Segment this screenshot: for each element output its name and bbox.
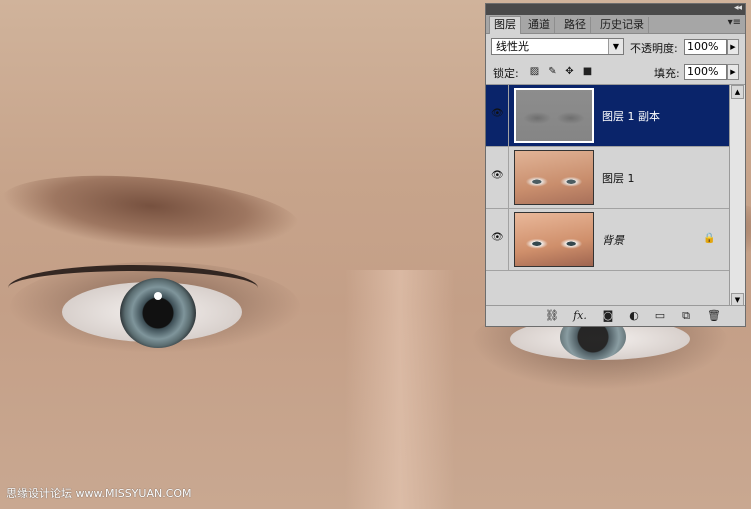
layer-thumbnail <box>514 88 594 143</box>
layer-name: 图层 1 副本 <box>602 110 660 123</box>
add-mask-icon[interactable]: ◙ <box>600 309 616 322</box>
left-eyebrow <box>0 165 303 261</box>
fill-input[interactable]: 100% <box>684 64 727 80</box>
layers-scrollbar[interactable]: ▲ ▼ <box>729 85 745 307</box>
lock-fill-row: 锁定: ▨ ✎ ✥ ■ 填充: 100% ▶ <box>486 60 745 85</box>
eye-icon: 👁 <box>491 170 504 181</box>
eye-icon: 👁 <box>491 232 504 243</box>
visibility-toggle[interactable]: 👁 <box>486 209 509 270</box>
layer-style-icon[interactable]: fx. <box>572 309 588 322</box>
fill-slider-arrow-icon[interactable]: ▶ <box>727 64 739 80</box>
watermark: 思缘设计论坛 www.MISSYUAN.COM <box>6 487 192 500</box>
blend-mode-value: 线性光 <box>496 40 529 53</box>
lock-transparency-icon[interactable]: ▨ <box>529 66 540 77</box>
layers-bottom-toolbar: ⛓ fx. ◙ ◐ ▭ ⧉ 🗑 <box>486 305 745 326</box>
layer-thumbnail <box>514 150 594 205</box>
blend-opacity-row: 线性光 ▼ 不透明度: 100% ▶ <box>486 34 745 60</box>
collapse-icon[interactable]: ◂◂ <box>734 3 742 13</box>
lock-position-icon[interactable]: ✥ <box>564 66 575 77</box>
layers-panel[interactable]: ◂◂ 图层 通道 路径 历史记录 ▾≡ 线性光 ▼ 不透明度: 100% ▶ 锁… <box>485 3 746 327</box>
tab-channels[interactable]: 通道 <box>524 17 555 33</box>
panel-menu-icon[interactable]: ▾≡ <box>728 17 741 28</box>
nose-bridge <box>345 270 455 509</box>
lock-all-icon[interactable]: ■ <box>582 66 593 77</box>
left-eye-highlight <box>154 292 162 300</box>
lock-icon: 🔒 <box>703 233 716 244</box>
layer-thumbnail <box>514 212 594 267</box>
blend-mode-select[interactable]: 线性光 ▼ <box>491 38 624 55</box>
delete-layer-icon[interactable]: 🗑 <box>706 309 722 322</box>
fill-label: 填充: <box>654 67 680 80</box>
layer-name: 图层 1 <box>602 172 635 185</box>
visibility-toggle[interactable]: 👁 <box>486 85 509 146</box>
eye-icon: 👁 <box>491 108 504 119</box>
layer-name: 背景 <box>602 234 624 247</box>
left-upper-lash <box>8 265 258 311</box>
new-layer-icon[interactable]: ⧉ <box>678 309 694 323</box>
link-layers-icon[interactable]: ⛓ <box>544 309 560 322</box>
new-group-icon[interactable]: ▭ <box>652 309 668 322</box>
layer-row-background[interactable]: 👁 背景 🔒 <box>486 209 729 271</box>
tab-layers[interactable]: 图层 <box>489 16 521 34</box>
lock-image-icon[interactable]: ✎ <box>547 66 558 77</box>
opacity-slider-arrow-icon[interactable]: ▶ <box>727 39 739 55</box>
layer-row-layer1[interactable]: 👁 图层 1 <box>486 147 729 209</box>
visibility-toggle[interactable]: 👁 <box>486 147 509 208</box>
layer-list: 👁 图层 1 副本 👁 图层 1 👁 背景 🔒 <box>486 85 729 307</box>
opacity-label: 不透明度: <box>630 42 678 55</box>
layer-row-copy[interactable]: 👁 图层 1 副本 <box>486 85 729 147</box>
opacity-input[interactable]: 100% <box>684 39 727 55</box>
tab-history[interactable]: 历史记录 <box>596 17 649 33</box>
scroll-up-icon[interactable]: ▲ <box>731 85 744 99</box>
lock-label: 锁定: <box>493 67 519 80</box>
panel-tabs: 图层 通道 路径 历史记录 ▾≡ <box>486 15 745 34</box>
tab-paths[interactable]: 路径 <box>560 17 591 33</box>
chevron-down-icon: ▼ <box>608 39 623 54</box>
adjustment-layer-icon[interactable]: ◐ <box>626 309 642 322</box>
panel-title-strip[interactable]: ◂◂ <box>486 3 745 15</box>
